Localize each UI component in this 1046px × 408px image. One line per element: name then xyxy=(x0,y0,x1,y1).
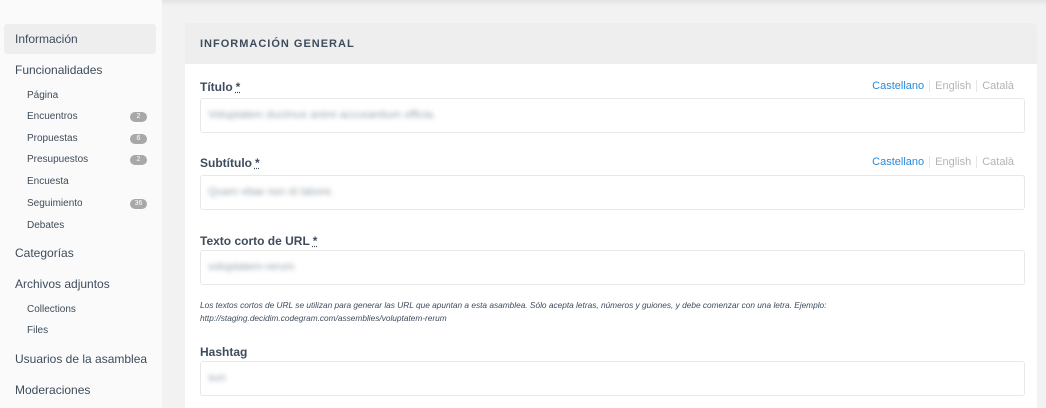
sidebar-subitem-label: Presupuestos xyxy=(27,154,89,165)
slug-input[interactable]: voluptatem-rerum xyxy=(200,250,1025,285)
sidebar-subitem-presupuestos[interactable]: Presupuestos 2 xyxy=(27,150,147,170)
subtitle-value: Quam vitae non id labore. xyxy=(208,186,334,198)
count-badge: 36 xyxy=(130,199,147,209)
sidebar-subitem-pagina[interactable]: Página xyxy=(27,86,147,106)
language-tab-catala[interactable]: Català xyxy=(976,156,1019,168)
sidebar: Información Funcionalidades Página Encue… xyxy=(0,0,162,408)
required-marker: * xyxy=(312,234,318,248)
language-tab-castellano[interactable]: Castellano xyxy=(867,156,929,168)
sidebar-subitem-label: Debates xyxy=(27,220,65,231)
language-tab-catala[interactable]: Català xyxy=(976,80,1019,92)
slug-help-example: http://staging.decidim.codegram.com/asse… xyxy=(200,313,447,323)
language-tab-castellano[interactable]: Castellano xyxy=(867,80,929,92)
sidebar-subitem-label: Propuestas xyxy=(27,133,78,144)
title-label-text: Título xyxy=(200,80,233,94)
sidebar-item-usuarios[interactable]: Usuarios de la asamblea xyxy=(4,344,156,374)
sidebar-subitem-debates[interactable]: Debates xyxy=(27,216,147,236)
general-info-card: INFORMACIÓN GENERAL Título * Castellano En… xyxy=(185,23,1037,408)
sidebar-subitem-collections[interactable]: Collections xyxy=(27,300,147,320)
sidebar-item-categorias[interactable]: Categorías xyxy=(4,238,156,268)
sidebar-subitem-label: Página xyxy=(27,90,59,101)
hashtag-input[interactable]: sun xyxy=(200,361,1025,396)
top-shadow xyxy=(162,0,1046,6)
sidebar-item-funcionalidades[interactable]: Funcionalidades xyxy=(4,55,156,85)
slug-help-text: Los textos cortos de URL se utilizan par… xyxy=(200,299,1020,325)
sidebar-subitem-seguimiento[interactable]: Seguimiento 36 xyxy=(27,194,147,214)
title-input[interactable]: Voluptatem ducimus animi accusantium off… xyxy=(200,98,1025,133)
sidebar-subitem-files[interactable]: Files xyxy=(27,321,147,341)
card-title: INFORMACIÓN GENERAL xyxy=(200,38,355,50)
count-badge: 2 xyxy=(130,112,147,122)
slug-value: voluptatem-rerum xyxy=(208,261,295,273)
required-marker: * xyxy=(235,80,241,94)
slug-label: Texto corto de URL * xyxy=(200,234,317,248)
language-tab-english[interactable]: English xyxy=(929,156,976,168)
title-value: Voluptatem ducimus animi accusantium off… xyxy=(208,109,436,121)
sidebar-subitem-encuentros[interactable]: Encuentros 2 xyxy=(27,107,147,127)
slug-help-line: Los textos cortos de URL se utilizan par… xyxy=(200,300,827,310)
sidebar-item-informacion[interactable]: Información xyxy=(4,24,156,54)
required-marker: * xyxy=(254,156,260,170)
count-badge: 2 xyxy=(130,155,147,165)
sidebar-item-archivos-adjuntos[interactable]: Archivos adjuntos xyxy=(4,269,156,299)
subtitle-language-tabs: Castellano English Català xyxy=(867,156,1019,168)
sidebar-subitem-label: Files xyxy=(27,325,49,336)
sidebar-subitem-label: Encuentros xyxy=(27,111,78,122)
subtitle-label-text: Subtítulo xyxy=(200,156,252,170)
count-badge: 6 xyxy=(130,134,147,144)
hashtag-value: sun xyxy=(208,372,226,384)
hashtag-label: Hashtag xyxy=(200,345,248,359)
title-label: Título * xyxy=(200,80,240,94)
sidebar-subitem-label: Collections xyxy=(27,304,76,315)
title-language-tabs: Castellano English Català xyxy=(867,80,1019,92)
card-header: INFORMACIÓN GENERAL xyxy=(185,23,1037,64)
subtitle-input[interactable]: Quam vitae non id labore. xyxy=(200,175,1025,210)
sidebar-subitem-propuestas[interactable]: Propuestas 6 xyxy=(27,129,147,149)
slug-label-text: Texto corto de URL xyxy=(200,234,310,248)
language-tab-english[interactable]: English xyxy=(929,80,976,92)
subtitle-label: Subtítulo * xyxy=(200,156,260,170)
sidebar-subitem-encuesta[interactable]: Encuesta xyxy=(27,172,147,192)
sidebar-subitem-label: Seguimiento xyxy=(27,198,83,209)
sidebar-item-moderaciones[interactable]: Moderaciones xyxy=(4,375,156,405)
sidebar-subitem-label: Encuesta xyxy=(27,176,69,187)
